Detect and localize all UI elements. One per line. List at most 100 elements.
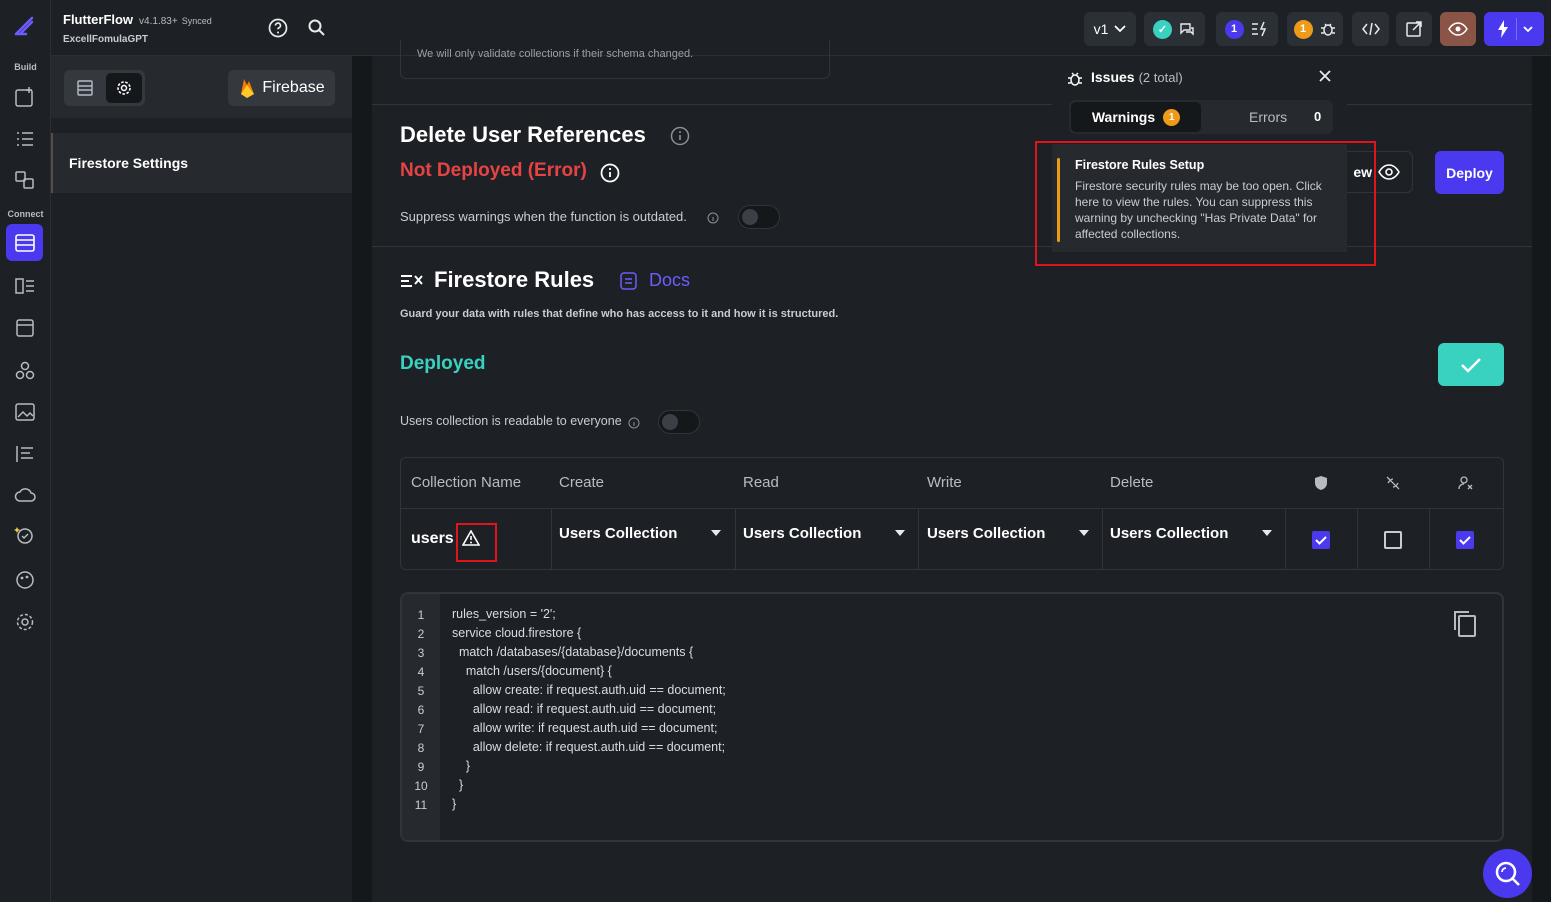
create-permission-dropdown[interactable]: Users Collection xyxy=(559,525,721,542)
chevron-down-icon xyxy=(1114,25,1127,33)
build-section-label: Build xyxy=(14,62,37,72)
settings-gear-icon[interactable] xyxy=(106,73,142,103)
info-icon[interactable] xyxy=(670,126,690,151)
no-auth-checkbox[interactable] xyxy=(1384,531,1402,549)
private-data-checkbox[interactable] xyxy=(1312,531,1330,549)
code-icon xyxy=(1361,22,1380,36)
cell-divider xyxy=(1102,508,1103,570)
preview-button[interactable] xyxy=(1440,12,1476,46)
line-number: 7 xyxy=(417,722,425,736)
col-header-read: Read xyxy=(743,474,779,491)
collaboration-button[interactable]: ✓ xyxy=(1144,12,1205,46)
table-row-divider xyxy=(401,508,1503,509)
suppress-warnings-toggle[interactable] xyxy=(738,205,780,229)
suppress-info-icon[interactable] xyxy=(707,211,719,229)
cell-divider xyxy=(1429,508,1430,570)
line-number: 1 xyxy=(417,608,425,622)
branch-selector[interactable]: v1 xyxy=(1084,12,1136,46)
line-number: 11 xyxy=(414,798,428,812)
theme-icon[interactable] xyxy=(12,567,38,593)
project-name: ExcellFomulaGPT xyxy=(63,34,149,45)
schema-icon[interactable] xyxy=(12,273,38,299)
code-line: allow create: if request.auth.uid == doc… xyxy=(452,683,726,697)
integrations-icon[interactable] xyxy=(12,358,38,384)
write-permission-dropdown[interactable]: Users Collection xyxy=(927,525,1089,542)
rules-icon xyxy=(400,271,424,296)
database-view-icon[interactable] xyxy=(67,73,103,103)
deploy-button[interactable]: Deploy xyxy=(1435,151,1504,194)
delete-refs-status: Not Deployed (Error) xyxy=(400,160,587,181)
private-data-icon xyxy=(1314,475,1328,496)
cloud-functions-icon[interactable] xyxy=(12,482,38,508)
issues-title-label: Issues xyxy=(1091,69,1135,85)
code-line: } xyxy=(452,759,471,773)
status-info-icon[interactable] xyxy=(600,163,620,188)
help-icon[interactable] xyxy=(266,16,290,40)
check-icon: ✓ xyxy=(1153,19,1172,39)
firebase-flame-icon xyxy=(241,79,255,98)
copy-icon[interactable] xyxy=(1451,608,1479,643)
deploy-rules-button[interactable] xyxy=(1438,343,1504,386)
run-button[interactable] xyxy=(1484,12,1544,46)
issues-button[interactable]: 1 xyxy=(1287,12,1343,46)
chevron-down-icon[interactable] xyxy=(1522,25,1533,33)
code-line: rules_version = '2'; xyxy=(452,607,556,621)
code-line: allow delete: if request.auth.uid == doc… xyxy=(452,740,726,754)
firestore-icon[interactable] xyxy=(6,224,43,261)
flutterflow-logo-icon[interactable] xyxy=(12,14,38,40)
tab-errors[interactable]: Errors xyxy=(1249,109,1287,125)
media-assets-icon[interactable] xyxy=(12,399,38,425)
highlight-warning-icon xyxy=(456,523,497,562)
rules-subtitle: Guard your data with rules that define w… xyxy=(400,308,839,320)
rules-status: Deployed xyxy=(400,353,486,374)
eye-icon xyxy=(1448,22,1468,36)
open-external-button[interactable] xyxy=(1396,12,1432,46)
line-number: 3 xyxy=(417,646,425,660)
floating-search-button[interactable] xyxy=(1483,849,1532,898)
readable-info-icon[interactable] xyxy=(628,416,640,434)
widget-tree-icon[interactable] xyxy=(12,126,38,152)
line-number: 10 xyxy=(414,779,428,793)
line-number-gutter: 1 2 3 4 5 6 7 8 9 10 11 xyxy=(402,594,440,840)
storage-icon[interactable] xyxy=(12,315,38,341)
user-owned-checkbox[interactable] xyxy=(1456,531,1474,549)
check-icon xyxy=(1461,357,1481,373)
nav-firestore-settings[interactable]: Firestore Settings xyxy=(51,133,352,193)
cell-divider xyxy=(1285,508,1286,570)
api-calls-icon[interactable] xyxy=(12,441,38,467)
code-line: service cloud.firestore { xyxy=(452,626,582,640)
search-icon[interactable] xyxy=(305,16,329,40)
line-number: 2 xyxy=(417,627,425,641)
sync-status: Synced xyxy=(181,16,212,26)
add-widget-icon[interactable] xyxy=(12,84,38,110)
docs-link[interactable]: Docs xyxy=(649,270,690,291)
eye-icon xyxy=(1378,164,1400,180)
app-brand: FlutterFlow v4.1.83+ Synced xyxy=(63,12,212,27)
close-icon[interactable] xyxy=(1318,69,1332,88)
rules-title: Firestore Rules xyxy=(434,267,595,292)
settings-icon[interactable] xyxy=(12,609,38,635)
read-permission-dropdown[interactable]: Users Collection xyxy=(743,525,905,542)
issues-title: Issues (2 total) xyxy=(1091,69,1183,85)
user-owned-icon xyxy=(1458,475,1474,496)
cell-divider xyxy=(735,508,736,570)
readable-toggle[interactable] xyxy=(658,410,700,434)
issues-total: (2 total) xyxy=(1138,70,1183,85)
docs-icon[interactable] xyxy=(619,271,638,296)
create-permission-value: Users Collection xyxy=(559,525,678,542)
issues-count-badge: 1 xyxy=(1293,19,1313,39)
col-header-write: Write xyxy=(927,474,962,491)
delete-permission-dropdown[interactable]: Users Collection xyxy=(1110,525,1272,542)
code-view-button[interactable] xyxy=(1352,12,1389,46)
tab-warnings[interactable]: Warnings 1 xyxy=(1071,102,1201,132)
code-line: allow write: if request.auth.uid == docu… xyxy=(452,721,718,735)
validation-hint-card: We will only validate collections if the… xyxy=(400,40,830,79)
line-number: 4 xyxy=(417,665,425,679)
firebase-button[interactable]: Firebase xyxy=(228,70,335,106)
components-icon[interactable] xyxy=(12,167,38,193)
cell-divider xyxy=(1357,508,1358,570)
warnings-button[interactable]: 1 xyxy=(1216,12,1278,46)
connect-section-label: Connect xyxy=(7,209,44,219)
cell-divider xyxy=(918,508,919,570)
tests-icon[interactable] xyxy=(12,522,38,548)
